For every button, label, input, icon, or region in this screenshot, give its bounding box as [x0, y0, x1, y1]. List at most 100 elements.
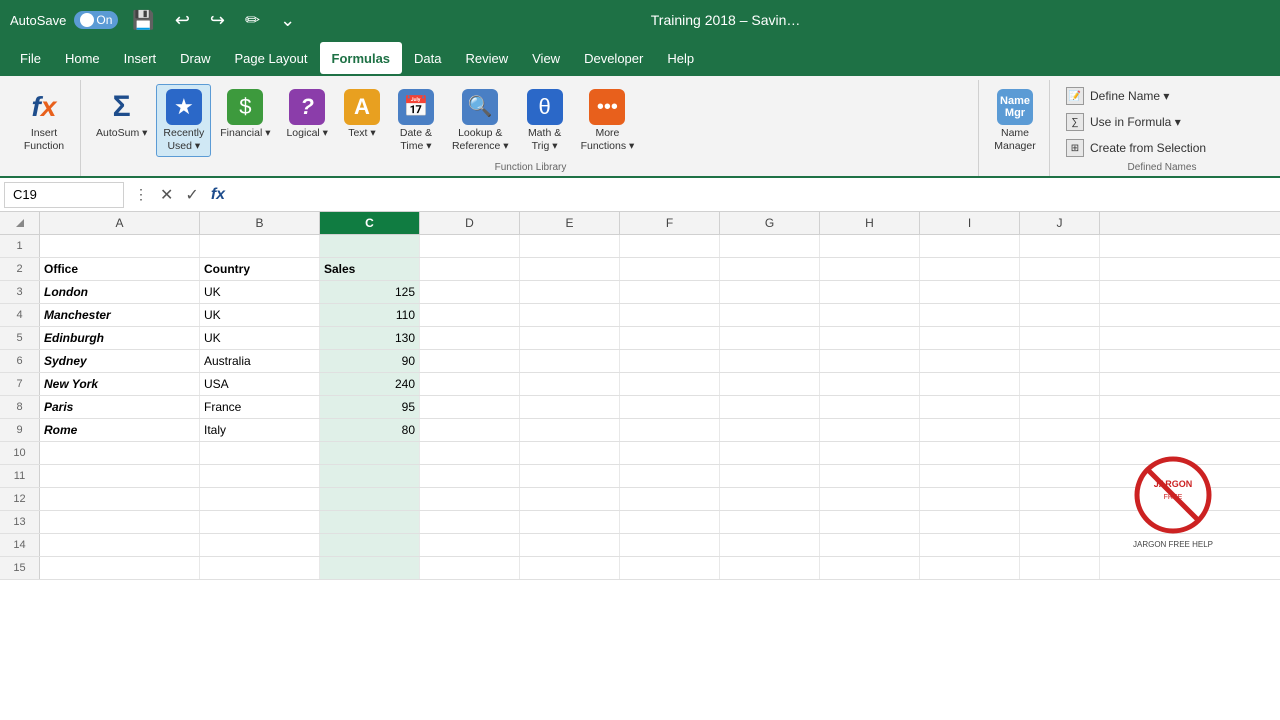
cell-i5[interactable]: [920, 327, 1020, 349]
cell-b9[interactable]: Italy: [200, 419, 320, 441]
create-from-selection-button[interactable]: ⊞ Create from Selection: [1060, 136, 1264, 160]
more-functions-button[interactable]: ••• MoreFunctions ▾: [574, 84, 642, 157]
cell-j3[interactable]: [1020, 281, 1100, 303]
cell-b8[interactable]: France: [200, 396, 320, 418]
cell-b6[interactable]: Australia: [200, 350, 320, 372]
cell-g1[interactable]: [720, 235, 820, 257]
cell-i2[interactable]: [920, 258, 1020, 280]
menu-view[interactable]: View: [520, 42, 572, 74]
text-button[interactable]: A Text ▾: [337, 84, 387, 145]
cell-b4[interactable]: UK: [200, 304, 320, 326]
cell-c7[interactable]: 240: [320, 373, 420, 395]
col-header-f[interactable]: F: [620, 212, 720, 234]
cell-f6[interactable]: [620, 350, 720, 372]
customize-button[interactable]: ⌄: [274, 8, 301, 33]
cell-g3[interactable]: [720, 281, 820, 303]
cell-h6[interactable]: [820, 350, 920, 372]
cell-i9[interactable]: [920, 419, 1020, 441]
cell-j1[interactable]: [1020, 235, 1100, 257]
cell-b7[interactable]: USA: [200, 373, 320, 395]
cell-b10[interactable]: [200, 442, 320, 464]
cell-f1[interactable]: [620, 235, 720, 257]
cell-h2[interactable]: [820, 258, 920, 280]
col-header-b[interactable]: B: [200, 212, 320, 234]
cell-e8[interactable]: [520, 396, 620, 418]
col-header-d[interactable]: D: [420, 212, 520, 234]
cell-c5[interactable]: 130: [320, 327, 420, 349]
cell-j4[interactable]: [1020, 304, 1100, 326]
recently-used-button[interactable]: ★ RecentlyUsed ▾: [156, 84, 211, 157]
cell-j8[interactable]: [1020, 396, 1100, 418]
cell-g8[interactable]: [720, 396, 820, 418]
menu-review[interactable]: Review: [454, 42, 521, 74]
menu-draw[interactable]: Draw: [168, 42, 222, 74]
menu-data[interactable]: Data: [402, 42, 453, 74]
save-button[interactable]: 💾: [126, 8, 160, 33]
col-header-h[interactable]: H: [820, 212, 920, 234]
cell-g4[interactable]: [720, 304, 820, 326]
col-header-e[interactable]: E: [520, 212, 620, 234]
confirm-formula-button[interactable]: ✓: [179, 183, 204, 207]
cell-c2[interactable]: Sales: [320, 258, 420, 280]
cell-d6[interactable]: [420, 350, 520, 372]
col-header-g[interactable]: G: [720, 212, 820, 234]
cell-h1[interactable]: [820, 235, 920, 257]
col-header-i[interactable]: I: [920, 212, 1020, 234]
cell-j2[interactable]: [1020, 258, 1100, 280]
cell-f3[interactable]: [620, 281, 720, 303]
cell-e1[interactable]: [520, 235, 620, 257]
cell-d7[interactable]: [420, 373, 520, 395]
cell-g6[interactable]: [720, 350, 820, 372]
cell-a5[interactable]: Edinburgh: [40, 327, 200, 349]
col-header-a[interactable]: A: [40, 212, 200, 234]
menu-developer[interactable]: Developer: [572, 42, 655, 74]
cell-j6[interactable]: [1020, 350, 1100, 372]
cell-f5[interactable]: [620, 327, 720, 349]
financial-button[interactable]: $ Financial ▾: [213, 84, 277, 145]
cell-i7[interactable]: JARGON JARGON FREE HELP: [920, 373, 1020, 395]
cell-i1[interactable]: [920, 235, 1020, 257]
touch-button[interactable]: ✏: [239, 8, 266, 33]
define-name-button[interactable]: 📝 Define Name ▾: [1060, 84, 1264, 108]
cell-i4[interactable]: [920, 304, 1020, 326]
cell-f2[interactable]: [620, 258, 720, 280]
cell-f10[interactable]: [620, 442, 720, 464]
cell-g5[interactable]: [720, 327, 820, 349]
cell-d5[interactable]: [420, 327, 520, 349]
menu-formulas[interactable]: Formulas: [320, 42, 403, 74]
cell-a2[interactable]: Office: [40, 258, 200, 280]
cell-c4[interactable]: 110: [320, 304, 420, 326]
cell-d3[interactable]: [420, 281, 520, 303]
autosum-button[interactable]: Σ AutoSum ▾: [89, 84, 154, 145]
cell-e3[interactable]: [520, 281, 620, 303]
cell-i8[interactable]: [920, 396, 1020, 418]
date-time-button[interactable]: 📅 Date &Time ▾: [389, 84, 443, 157]
menu-file[interactable]: File: [8, 42, 53, 74]
cell-f9[interactable]: [620, 419, 720, 441]
cell-c1[interactable]: [320, 235, 420, 257]
name-manager-button[interactable]: NameMgr NameManager: [987, 84, 1043, 157]
menu-insert[interactable]: Insert: [112, 42, 169, 74]
cell-e6[interactable]: [520, 350, 620, 372]
cell-f8[interactable]: [620, 396, 720, 418]
cell-a1[interactable]: [40, 235, 200, 257]
menu-help[interactable]: Help: [655, 42, 706, 74]
redo-button[interactable]: ↪: [204, 8, 231, 33]
logical-button[interactable]: ? Logical ▾: [279, 84, 334, 145]
cell-f4[interactable]: [620, 304, 720, 326]
cell-g2[interactable]: [720, 258, 820, 280]
cell-a6[interactable]: Sydney: [40, 350, 200, 372]
cell-i3[interactable]: [920, 281, 1020, 303]
cell-h9[interactable]: [820, 419, 920, 441]
cell-a7[interactable]: New York: [40, 373, 200, 395]
cell-a10[interactable]: [40, 442, 200, 464]
col-header-c[interactable]: C: [320, 212, 420, 234]
cell-e7[interactable]: [520, 373, 620, 395]
cell-j7[interactable]: [1020, 373, 1100, 395]
use-in-formula-button[interactable]: ∑ Use in Formula ▾: [1060, 110, 1264, 134]
cell-h10[interactable]: [820, 442, 920, 464]
cell-h3[interactable]: [820, 281, 920, 303]
cell-e2[interactable]: [520, 258, 620, 280]
cell-a3[interactable]: London: [40, 281, 200, 303]
lookup-reference-button[interactable]: 🔍 Lookup &Reference ▾: [445, 84, 516, 157]
